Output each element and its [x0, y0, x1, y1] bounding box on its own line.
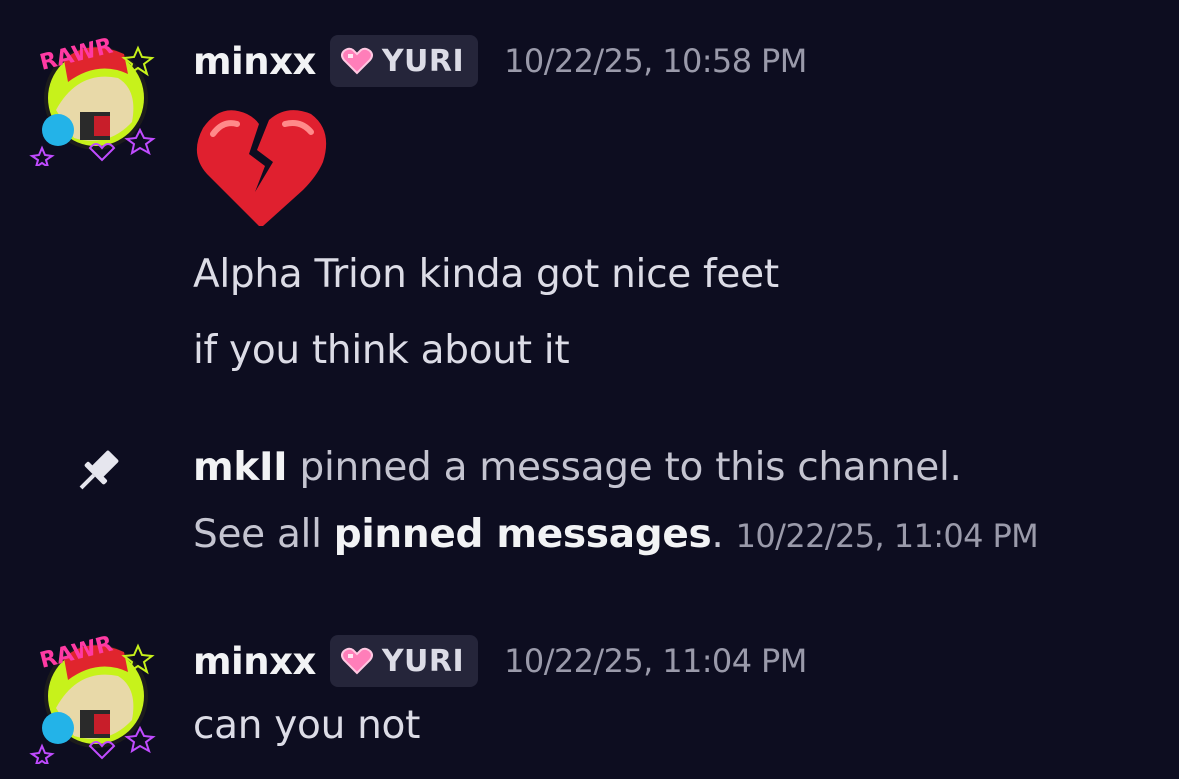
timestamp: 10/22/25, 11:04 PM [735, 517, 1039, 555]
pin-icon [79, 450, 119, 490]
message-text: can you not [193, 703, 421, 748]
timestamp: 10/22/25, 10:58 PM [504, 42, 807, 80]
user-avatar[interactable]: RAWR [28, 30, 164, 166]
message-text: if you think about it [193, 328, 570, 373]
tag-label: YURI [381, 643, 465, 679]
role-tag[interactable]: YURI [329, 635, 479, 687]
system-action-text: pinned a message to this channel. [287, 445, 962, 490]
see-all-text: See all [193, 512, 334, 557]
username[interactable]: minxx [193, 640, 316, 683]
timestamp: 10/22/25, 11:04 PM [504, 642, 807, 680]
tag-label: YURI [381, 43, 465, 79]
user-avatar[interactable]: RAWR [28, 628, 164, 764]
pinned-messages-link[interactable]: pinned messages [334, 512, 712, 557]
message-header: minxx YURI 10/22/25, 11:04 PM [193, 633, 807, 689]
username[interactable]: minxx [193, 40, 316, 83]
broken-heart-icon [196, 110, 327, 226]
period-text: . [711, 512, 724, 557]
role-tag[interactable]: YURI [329, 35, 479, 87]
message-header: minxx YURI 10/22/25, 10:58 PM [193, 33, 807, 89]
system-message: mkII pinned a message to this channel. [193, 445, 962, 490]
heart-icon [340, 647, 373, 675]
message-text: Alpha Trion kinda got nice feet [193, 252, 779, 297]
actor-name[interactable]: mkII [193, 445, 288, 490]
system-message-detail: See all pinned messages. 10/22/25, 11:04… [193, 512, 1039, 557]
heart-icon [340, 47, 373, 75]
